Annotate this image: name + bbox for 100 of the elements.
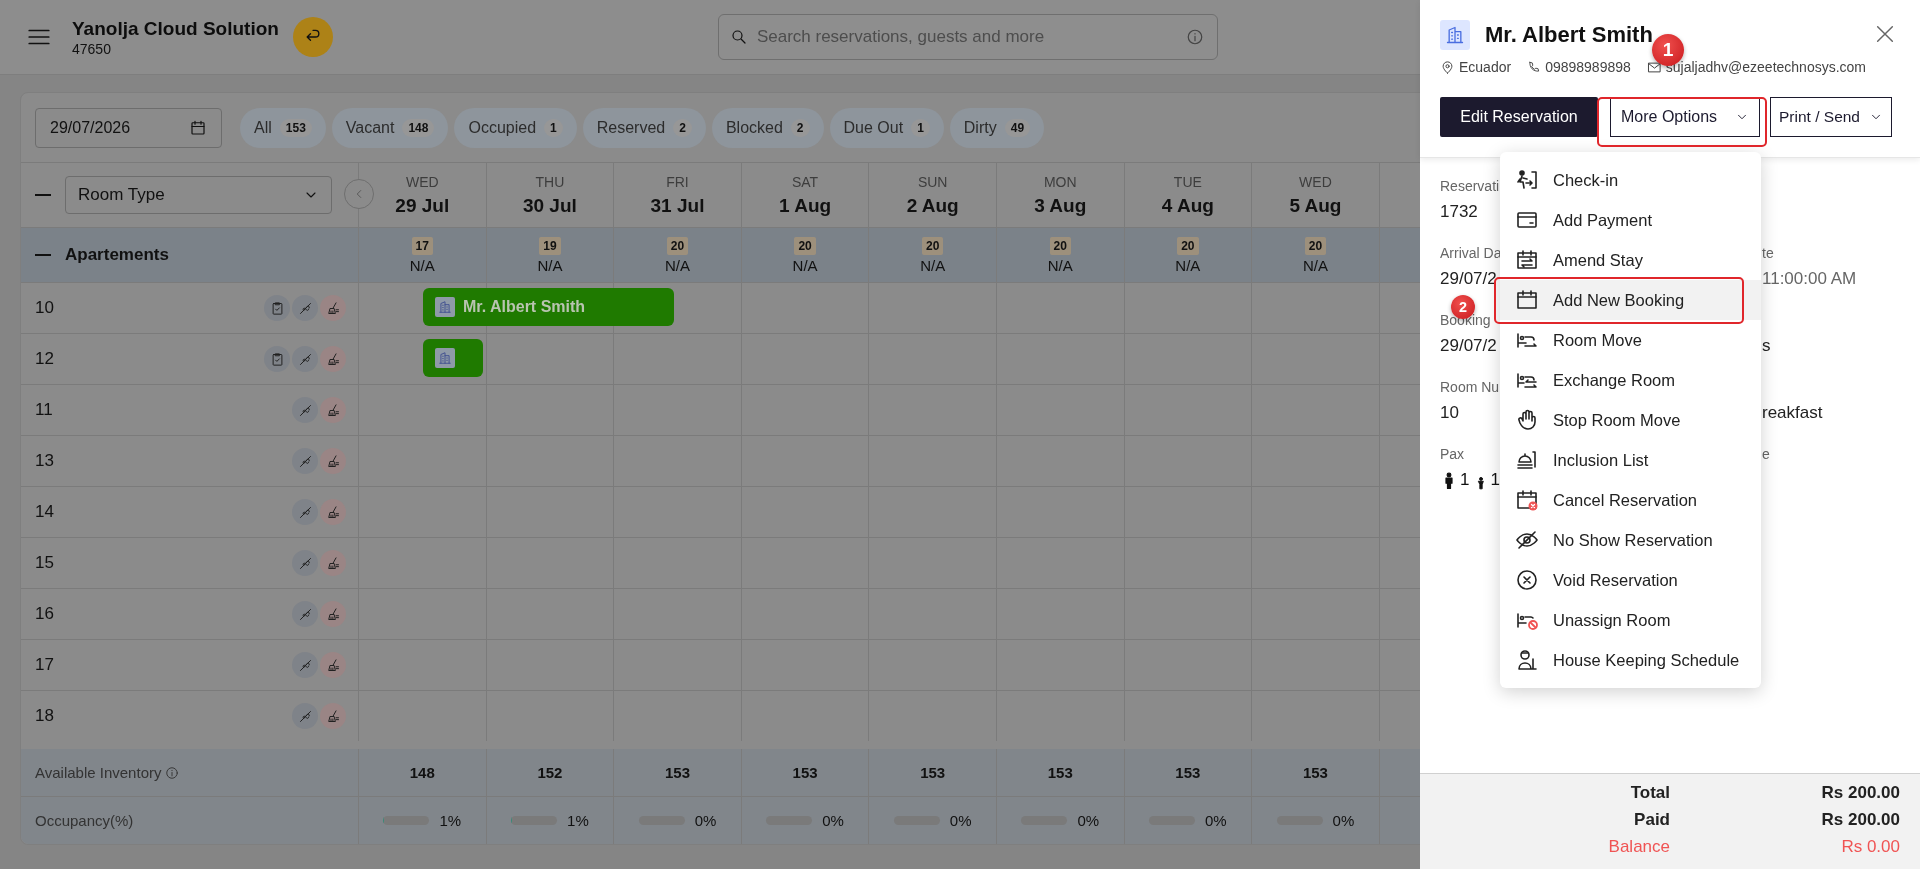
dropdown-button[interactable]: Print / Send: [1770, 97, 1892, 137]
guest-country: Ecuador: [1459, 59, 1512, 75]
availability-count: 19: [539, 236, 561, 255]
guest-phone: 09898989898: [1545, 59, 1631, 75]
menu-item[interactable]: Check-in: [1500, 160, 1761, 200]
inventory-count: 153: [792, 764, 818, 781]
menu-item[interactable]: Cancel Reservation: [1500, 480, 1761, 520]
field-label: Pax: [1440, 446, 1465, 464]
broom-icon[interactable]: [320, 703, 346, 729]
inventory-count: 153: [664, 764, 690, 781]
menu-item[interactable]: Amend Stay: [1500, 240, 1761, 280]
weekday-label: WED: [405, 173, 439, 190]
field-value: s: [1762, 336, 1771, 356]
occupancy-value: 0%: [1077, 812, 1100, 829]
inventory-count: 153: [1302, 764, 1328, 781]
room-number: 18: [35, 706, 55, 726]
rate-label: N/A: [537, 256, 563, 274]
calendar-x-icon: [1515, 488, 1539, 512]
availability-count: 20: [1304, 236, 1327, 255]
location-pin-icon: [1440, 59, 1455, 75]
menu-item[interactable]: Add Payment: [1500, 200, 1761, 240]
phone-icon: [1527, 60, 1542, 74]
filter-chip[interactable]: Vacant 148: [331, 108, 449, 148]
weekday-label: SUN: [917, 173, 948, 190]
total-value: Rs 0.00: [1840, 837, 1900, 858]
date-label: 3 Aug: [1034, 194, 1087, 217]
inventory-count: 148: [409, 764, 435, 781]
room-number: 15: [35, 553, 55, 573]
rate-label: N/A: [792, 256, 818, 274]
room-number: 17: [35, 655, 55, 675]
field-value: 1732: [1440, 202, 1478, 222]
date-label: 5 Aug: [1289, 194, 1342, 217]
dropdown-button[interactable]: More Options: [1610, 97, 1760, 137]
field-value: 29/07/2: [1440, 336, 1497, 356]
availability-count: 20: [1049, 236, 1071, 255]
availability-count: 20: [794, 236, 816, 255]
weekday-label: SAT: [791, 173, 819, 190]
room-number: 16: [35, 604, 55, 624]
search-field[interactable]: Search reservations, guests and more: [717, 14, 1218, 60]
date-label: 1 Aug: [779, 194, 832, 217]
availability-count: 17: [411, 236, 433, 255]
broom-icon[interactable]: [320, 295, 346, 321]
availability-count: 20: [666, 236, 689, 255]
menu-item[interactable]: No Show Reservation: [1500, 520, 1761, 560]
checklist-icon[interactable]: [264, 295, 290, 321]
filter-chip[interactable]: Blocked 2: [711, 108, 824, 148]
eye-slash-icon: [1515, 528, 1539, 552]
weekday-label: TUE: [1173, 173, 1202, 190]
weekday-label: THU: [535, 173, 565, 190]
menu-item[interactable]: Exchange Room: [1500, 360, 1761, 400]
broom-icon[interactable]: [320, 448, 346, 474]
menu-item[interactable]: Unassign Room: [1500, 600, 1761, 640]
broom-icon[interactable]: [320, 499, 346, 525]
inventory-count: 153: [1047, 764, 1073, 781]
circle-x-icon: [1515, 568, 1539, 592]
undo-button[interactable]: [292, 17, 333, 57]
booking-bar[interactable]: [423, 339, 483, 377]
guest-name: Mr. Albert Smith: [1485, 22, 1654, 48]
filter-chip[interactable]: Reserved 2: [582, 108, 706, 148]
menu-item[interactable]: Void Reservation: [1500, 560, 1761, 600]
menu-item[interactable]: Inclusion List: [1500, 440, 1761, 480]
menu-item[interactable]: House Keeping Schedule: [1500, 640, 1761, 680]
broom-icon[interactable]: [320, 652, 346, 678]
room-type-select[interactable]: Room Type: [65, 176, 332, 214]
total-label: Paid: [1633, 810, 1670, 831]
room-number: 14: [35, 502, 55, 522]
field-value: 10: [1440, 403, 1459, 423]
rate-label: N/A: [1047, 256, 1073, 274]
filter-chip[interactable]: Due Out 1: [829, 108, 944, 148]
rate-label: N/A: [1302, 256, 1328, 274]
date-label: 29 Jul: [395, 194, 450, 217]
field-label: Reservati: [1440, 178, 1500, 196]
occupancy-value: 1%: [439, 812, 462, 829]
menu-item[interactable]: Add New Booking: [1500, 280, 1761, 320]
field-value: 29/07/2: [1440, 269, 1497, 289]
date-field[interactable]: 29/07/2026: [35, 108, 222, 148]
inventory-count: 153: [1175, 764, 1201, 781]
weekday-label: WED: [1299, 173, 1332, 190]
weekday-label: MON: [1043, 173, 1077, 190]
search-icon: [729, 28, 748, 46]
menu-item[interactable]: Room Move: [1500, 320, 1761, 360]
property-id: 47650: [72, 40, 112, 57]
total-label: Total: [1629, 783, 1670, 804]
calendar-icon: [189, 119, 207, 137]
broom-icon[interactable]: [320, 550, 346, 576]
inventory-count: 152: [537, 764, 563, 781]
broom-icon[interactable]: [320, 346, 346, 372]
info-icon: [1185, 28, 1204, 46]
menu-item[interactable]: Stop Room Move: [1500, 400, 1761, 440]
availability-count: 20: [922, 236, 944, 255]
filter-chip[interactable]: Occupied 1: [454, 108, 577, 148]
filter-chip[interactable]: Dirty 49: [949, 108, 1045, 148]
checklist-icon[interactable]: [264, 346, 290, 372]
rate-label: N/A: [664, 256, 690, 274]
date-label: 30 Jul: [522, 194, 577, 217]
filter-chip[interactable]: All 153: [240, 108, 326, 148]
broom-icon[interactable]: [320, 397, 346, 423]
broom-icon[interactable]: [320, 601, 346, 627]
edit-button[interactable]: Edit Reservation: [1440, 97, 1598, 137]
guest-name: Mr. Albert Smith: [463, 298, 586, 316]
